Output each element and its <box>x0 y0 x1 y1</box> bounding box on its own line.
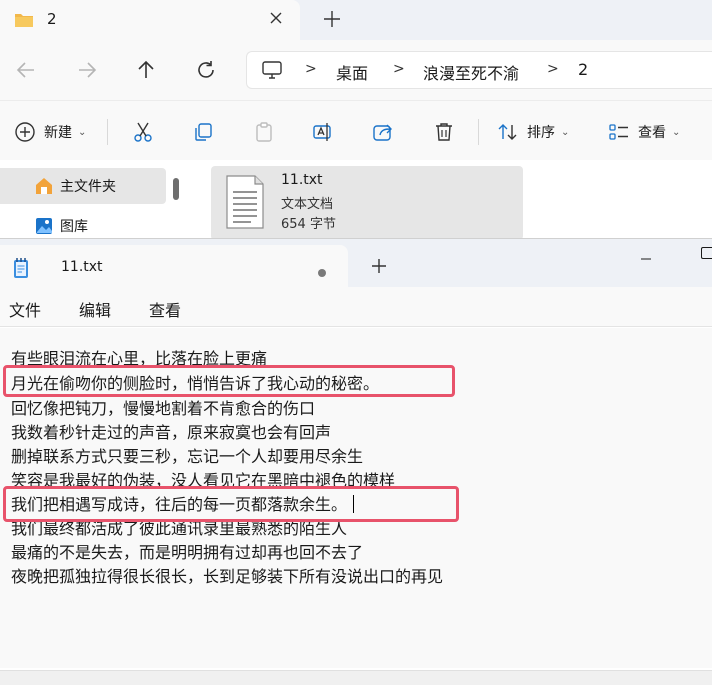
rename-icon[interactable] <box>312 121 334 143</box>
maximize-icon[interactable] <box>701 247 712 259</box>
notepad-tab-title: 11.txt <box>61 259 103 275</box>
chevron-right-icon: > <box>547 61 559 77</box>
explorer-tab-title: 2 <box>47 10 57 28</box>
plus-circle-icon <box>15 122 35 142</box>
cut-icon[interactable] <box>132 121 154 143</box>
toolbar-divider <box>107 119 108 145</box>
sidebar-item-label: 图库 <box>60 219 88 235</box>
explorer-content-area: 主文件夹 图库 11.txt 文本文档 654 字节 <box>0 160 712 240</box>
chevron-right-icon: > <box>393 61 405 77</box>
chevron-right-icon: > <box>305 61 317 77</box>
status-bar <box>0 670 712 685</box>
sort-button-label: 排序 <box>527 125 555 141</box>
new-tab-icon[interactable] <box>322 8 342 30</box>
unsaved-indicator-icon[interactable] <box>318 269 326 277</box>
notepad-icon <box>14 258 28 278</box>
view-button[interactable]: 查看 ⌄ <box>608 119 680 145</box>
chevron-down-icon: ⌄ <box>672 126 681 138</box>
explorer-tab[interactable]: 2 <box>0 0 300 40</box>
file-explorer-window: 2 > 桌面 > 浪漫至死不渝 > 2 新建 ⌄ 排序 ⌄ 查看 ⌄ 主文件夹 … <box>0 0 712 240</box>
address-bar[interactable]: > 桌面 > 浪漫至死不渝 > 2 <box>246 51 712 89</box>
explorer-tab-bar: 2 <box>0 0 712 40</box>
delete-icon[interactable] <box>433 121 455 143</box>
paste-icon[interactable] <box>253 121 275 143</box>
folder-icon <box>15 14 33 27</box>
explorer-command-bar: 新建 ⌄ 排序 ⌄ 查看 ⌄ <box>0 100 712 160</box>
toolbar-divider <box>478 119 479 145</box>
file-name: 11.txt <box>281 172 323 188</box>
text-line: 回忆像把钝刀，慢慢地割着不肯愈合的伤口 <box>11 399 316 418</box>
up-arrow-icon[interactable] <box>134 58 158 82</box>
new-button[interactable]: 新建 ⌄ <box>14 119 86 145</box>
sidebar-item-label: 主文件夹 <box>60 179 116 195</box>
copy-icon[interactable] <box>192 121 214 143</box>
text-line: 最痛的不是失去，而是明明拥有过却再也回不去了 <box>11 543 364 562</box>
sidebar-item-home[interactable]: 主文件夹 <box>0 168 166 204</box>
file-size: 654 字节 <box>281 217 336 232</box>
chevron-down-icon: ⌄ <box>78 126 87 138</box>
notepad-tab[interactable]: 11.txt <box>0 245 348 287</box>
text-line: 夜晚把孤独拉得很长很长，长到足够装下所有没说出口的再见 <box>11 567 444 586</box>
file-item-11-txt[interactable]: 11.txt 文本文档 654 字节 <box>211 166 523 240</box>
share-icon[interactable] <box>372 121 394 143</box>
this-pc-icon[interactable] <box>261 60 283 80</box>
new-button-label: 新建 <box>44 125 72 141</box>
text-line: 我数着秒针走过的声音，原来寂寞也会有回声 <box>11 423 332 442</box>
menu-view[interactable]: 查看 <box>149 297 181 321</box>
notepad-window: 11.txt 文件 编辑 查看 有些眼泪流在心里，比落在脸上更痛 月光在偷吻你的… <box>0 238 712 685</box>
text-file-icon <box>226 175 264 229</box>
chevron-down-icon: ⌄ <box>561 126 570 138</box>
highlight-box <box>3 486 459 522</box>
gallery-icon <box>36 218 52 234</box>
new-tab-icon[interactable] <box>370 256 388 276</box>
menu-file[interactable]: 文件 <box>9 297 41 321</box>
text-line: 删掉联系方式只要三秒，忘记一个人却要用尽余生 <box>11 447 364 466</box>
forward-arrow-icon[interactable] <box>75 58 99 82</box>
minimize-icon[interactable] <box>640 253 652 265</box>
sort-icon <box>498 124 517 140</box>
sidebar-scrollbar[interactable] <box>173 178 179 200</box>
text-editor[interactable]: 有些眼泪流在心里，比落在脸上更痛 月光在偷吻你的侧脸时，悄悄告诉了我心动的秘密。… <box>0 328 712 668</box>
breadcrumb-folder[interactable]: 浪漫至死不渝 <box>423 60 519 84</box>
view-list-icon <box>609 124 628 140</box>
breadcrumb-current[interactable]: 2 <box>578 60 588 79</box>
breadcrumb-desktop[interactable]: 桌面 <box>336 60 368 84</box>
highlight-box <box>3 365 455 397</box>
explorer-navigation-bar: > 桌面 > 浪漫至死不渝 > 2 <box>0 40 712 100</box>
view-button-label: 查看 <box>638 125 666 141</box>
menu-edit[interactable]: 编辑 <box>79 297 111 321</box>
notepad-menu-bar: 文件 编辑 查看 <box>0 287 712 327</box>
notepad-tab-bar: 11.txt <box>0 239 712 287</box>
refresh-icon[interactable] <box>194 58 218 82</box>
close-tab-icon[interactable] <box>266 8 286 28</box>
file-type: 文本文档 <box>281 197 334 212</box>
sort-button[interactable]: 排序 ⌄ <box>497 119 569 145</box>
home-icon <box>36 178 52 194</box>
back-arrow-icon[interactable] <box>14 58 38 82</box>
